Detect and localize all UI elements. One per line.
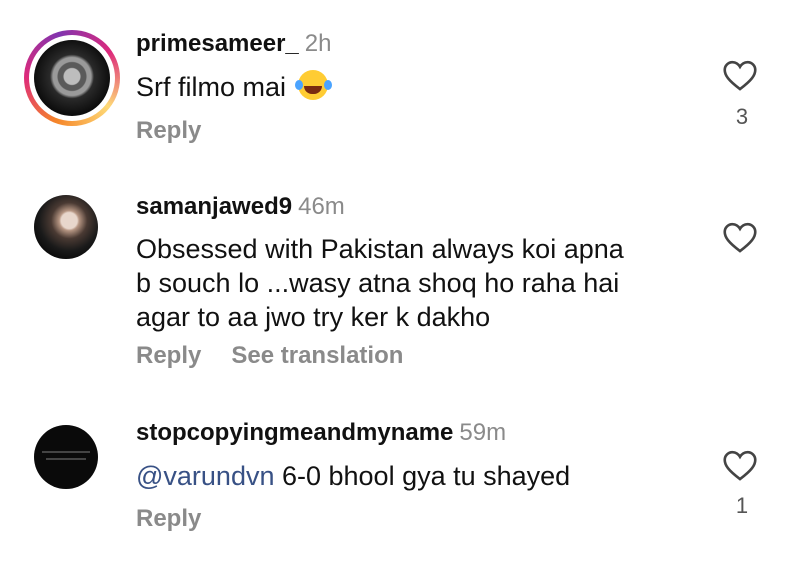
like-count: 1 xyxy=(735,493,749,518)
comment-actions: Reply xyxy=(136,505,231,533)
user-mention-link[interactable]: @varundvn xyxy=(136,461,274,491)
heart-icon[interactable] xyxy=(722,450,758,482)
username[interactable]: stopcopyingmeandmyname xyxy=(136,419,453,446)
comment-header: stopcopyingmeandmyname 59m xyxy=(136,419,506,447)
reply-button[interactable]: Reply xyxy=(136,505,201,532)
comment-3: stopcopyingmeandmyname 59m @varundvn 6-0 … xyxy=(0,0,800,569)
comment-text-content: 6-0 bhool gya tu shayed xyxy=(274,461,571,491)
text-avatar-icon[interactable] xyxy=(34,425,98,489)
comment-text: @varundvn 6-0 bhool gya tu shayed xyxy=(136,459,570,493)
timestamp: 59m xyxy=(459,419,507,446)
